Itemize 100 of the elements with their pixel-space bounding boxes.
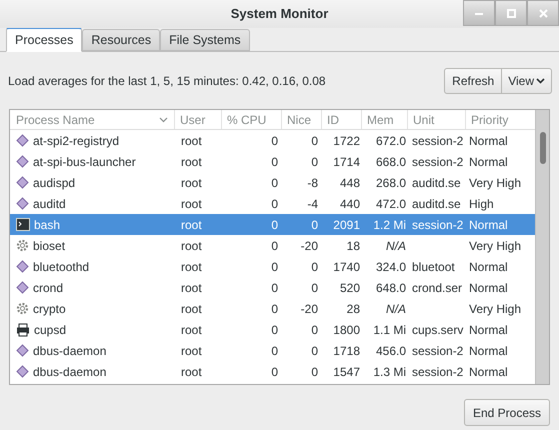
table-cell: session-2: [412, 134, 464, 148]
table-cell: N/A: [386, 238, 406, 252]
process-row[interactable]: crypto root 0 -20 28 N/A Very High: [10, 298, 535, 319]
table-cell: Very High: [469, 176, 522, 190]
table-cell: session-2: [412, 154, 464, 168]
table-cell: 0: [271, 196, 278, 210]
table-cell: 1722: [333, 134, 360, 148]
table-cell: 18: [346, 238, 360, 252]
diamond-icon: [16, 365, 29, 378]
table-cell: Very High: [469, 238, 522, 252]
table-cell: 0: [311, 344, 318, 358]
table-cell: 0: [271, 302, 278, 316]
table-cell: crond.ser: [412, 280, 462, 294]
scrollbar-thumb[interactable]: [540, 132, 546, 164]
table-cell: Normal: [469, 154, 508, 168]
table-cell: -20: [300, 302, 318, 316]
process-row[interactable]: crond root 0 0 520 648.0 crond.ser Normal: [10, 277, 535, 298]
table-cell: root: [181, 154, 202, 168]
table-cell-text: audispd: [33, 174, 76, 192]
table-cell: Normal: [469, 344, 508, 358]
table-cell: Normal: [469, 218, 508, 232]
diamond-icon: [16, 281, 29, 294]
table-cell: Normal: [469, 134, 508, 148]
table-cell: 0: [271, 218, 278, 232]
view-button[interactable]: View: [502, 68, 552, 94]
table-cell: 0: [271, 322, 278, 336]
table-cell: -20: [300, 238, 318, 252]
table-cell: 0: [271, 238, 278, 252]
table-cell: 0: [271, 344, 278, 358]
table-cell-text: dbus-daemon: [33, 364, 106, 380]
table-cell: 0: [311, 322, 318, 336]
table-cell: 1547: [333, 364, 360, 378]
refresh-button[interactable]: Refresh: [444, 68, 502, 94]
scrollbar[interactable]: [535, 110, 549, 384]
table-cell-text: crond: [33, 280, 64, 296]
process-row[interactable]: dbus-daemon root 0 0 1718 456.0 session-2 Normal: [10, 340, 535, 361]
end-process-button[interactable]: End Process: [464, 399, 550, 426]
process-row[interactable]: audispd root 0 -8 448 268.0 auditd.se Very High: [10, 172, 535, 193]
table-cell: root: [181, 134, 202, 148]
table-cell: cups.serv: [412, 322, 464, 336]
table-cell: 456.0: [376, 344, 406, 358]
table-cell: 672.0: [376, 134, 406, 148]
table-cell: 0: [271, 134, 278, 148]
terminal-icon: [16, 218, 30, 231]
process-row[interactable]: bluetoothd root 0 0 1740 324.0 bluetoot Normal: [10, 256, 535, 277]
table-cell: 668.0: [376, 154, 406, 168]
table-cell: root: [181, 238, 202, 252]
table-cell: 448: [340, 176, 360, 190]
table-cell: root: [181, 196, 202, 210]
table-cell: 28: [346, 302, 360, 316]
table-cell: session-2: [412, 364, 464, 378]
table-cell: 0: [311, 218, 318, 232]
minimize-icon: [475, 12, 483, 14]
minimize-button[interactable]: [463, 0, 495, 26]
process-row[interactable]: cupsd root 0 0 1800 1.1 Mi cups.serv Normal: [10, 319, 535, 340]
table-cell-text: at-spi2-registryd: [33, 132, 120, 150]
table-cell: 1800: [333, 322, 360, 336]
table-cell-text: bash: [34, 216, 60, 234]
gear-icon: [16, 302, 29, 315]
tab[interactable]: File Systems: [160, 29, 250, 51]
table-cell: Normal: [469, 322, 508, 336]
table-cell: -4: [307, 196, 318, 210]
close-icon: [538, 8, 548, 18]
table-cell: 1.2 Mi: [373, 218, 406, 232]
table-cell: 2091: [333, 218, 360, 232]
table-cell: Normal: [469, 260, 508, 274]
table-cell: 1740: [333, 260, 360, 274]
table-cell: auditd.se: [412, 196, 461, 210]
table-cell: root: [181, 280, 202, 294]
diamond-icon: [16, 260, 29, 273]
table-cell-text: at-spi-bus-launcher: [33, 154, 136, 170]
process-row[interactable]: bioset root 0 -20 18 N/A Very High: [10, 235, 535, 256]
table-cell: root: [181, 322, 202, 336]
table-cell: 324.0: [376, 260, 406, 274]
table-cell: session-2: [412, 344, 464, 358]
table-cell: 0: [271, 154, 278, 168]
table-cell-text: auditd: [33, 196, 66, 212]
process-row[interactable]: at-spi2-registryd root 0 0 1722 672.0 session-2 Normal: [10, 130, 535, 151]
table-cell-text: cupsd: [34, 322, 66, 338]
table-cell: 1.1 Mi: [373, 322, 406, 336]
table-cell: root: [181, 260, 202, 274]
table-cell: 1714: [333, 154, 360, 168]
table-cell: 0: [311, 364, 318, 378]
maximize-button[interactable]: [495, 0, 527, 26]
tab[interactable]: Processes: [6, 27, 82, 52]
table-cell: 0: [311, 134, 318, 148]
process-row[interactable]: auditd root 0 -4 440 472.0 auditd.se High: [10, 193, 535, 214]
table-cell-text: bioset: [33, 238, 66, 254]
process-row[interactable]: at-spi-bus-launcher root 0 0 1714 668.0 session-2 Normal: [10, 151, 535, 172]
close-button[interactable]: [527, 0, 559, 26]
diamond-icon: [16, 134, 29, 147]
table-cell: 472.0: [376, 196, 406, 210]
table-cell: 1718: [333, 344, 360, 358]
process-row[interactable]: dbus-daemon root 0 0 1547 1.3 Mi session-2 Normal: [10, 361, 535, 382]
diamond-icon: [16, 176, 29, 189]
diamond-icon: [16, 344, 29, 357]
diamond-icon: [16, 197, 29, 210]
table-cell: 440: [340, 196, 360, 210]
table-cell: 0: [311, 280, 318, 294]
tab[interactable]: Resources: [82, 29, 160, 51]
